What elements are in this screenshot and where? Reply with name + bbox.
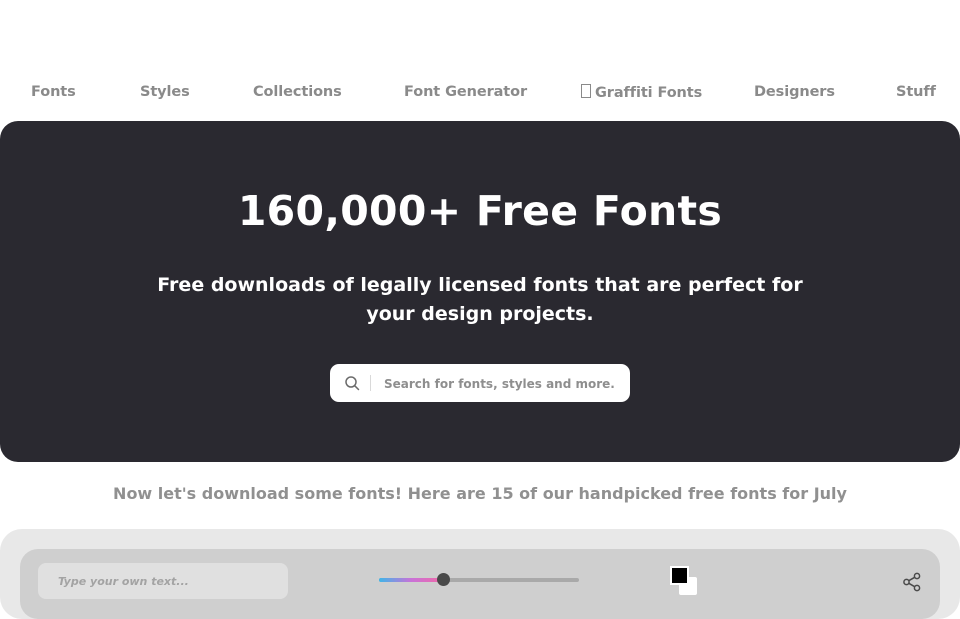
slider-thumb[interactable]	[437, 573, 450, 586]
hero-title: 160,000+ Free Fonts	[237, 187, 723, 235]
nav-item-styles[interactable]: Styles	[140, 84, 190, 100]
nav-item-graffiti-label: Graffiti Fonts	[595, 85, 703, 101]
main-nav: Fonts Styles Collections Font Generator …	[0, 84, 960, 106]
nav-item-stuff[interactable]: Stuff	[896, 84, 936, 100]
text-color-swatch[interactable]	[670, 566, 689, 585]
search-box[interactable]	[330, 364, 630, 404]
search-divider	[370, 375, 371, 391]
nav-item-fonts[interactable]: Fonts	[31, 84, 76, 100]
nav-item-graffiti-fonts[interactable]: Graffiti Fonts	[581, 84, 702, 101]
missing-glyph-icon	[581, 84, 591, 98]
featured-heading: Now let's download some fonts! Here are …	[113, 484, 847, 503]
hero-banner: 160,000+ Free Fonts Free downloads of le…	[0, 121, 960, 462]
nav-item-collections[interactable]: Collections	[253, 84, 342, 100]
search-icon[interactable]	[344, 375, 360, 391]
preview-toolbar	[20, 549, 940, 619]
font-size-slider[interactable]	[379, 573, 579, 586]
nav-item-font-generator[interactable]: Font Generator	[404, 84, 527, 100]
share-icon[interactable]	[902, 572, 922, 592]
search-input[interactable]	[382, 364, 626, 404]
slider-fill	[379, 578, 443, 582]
nav-item-designers[interactable]: Designers	[754, 84, 835, 100]
preview-text-input[interactable]	[38, 563, 288, 599]
hero-subtitle: Free downloads of legally licensed fonts…	[157, 274, 803, 325]
